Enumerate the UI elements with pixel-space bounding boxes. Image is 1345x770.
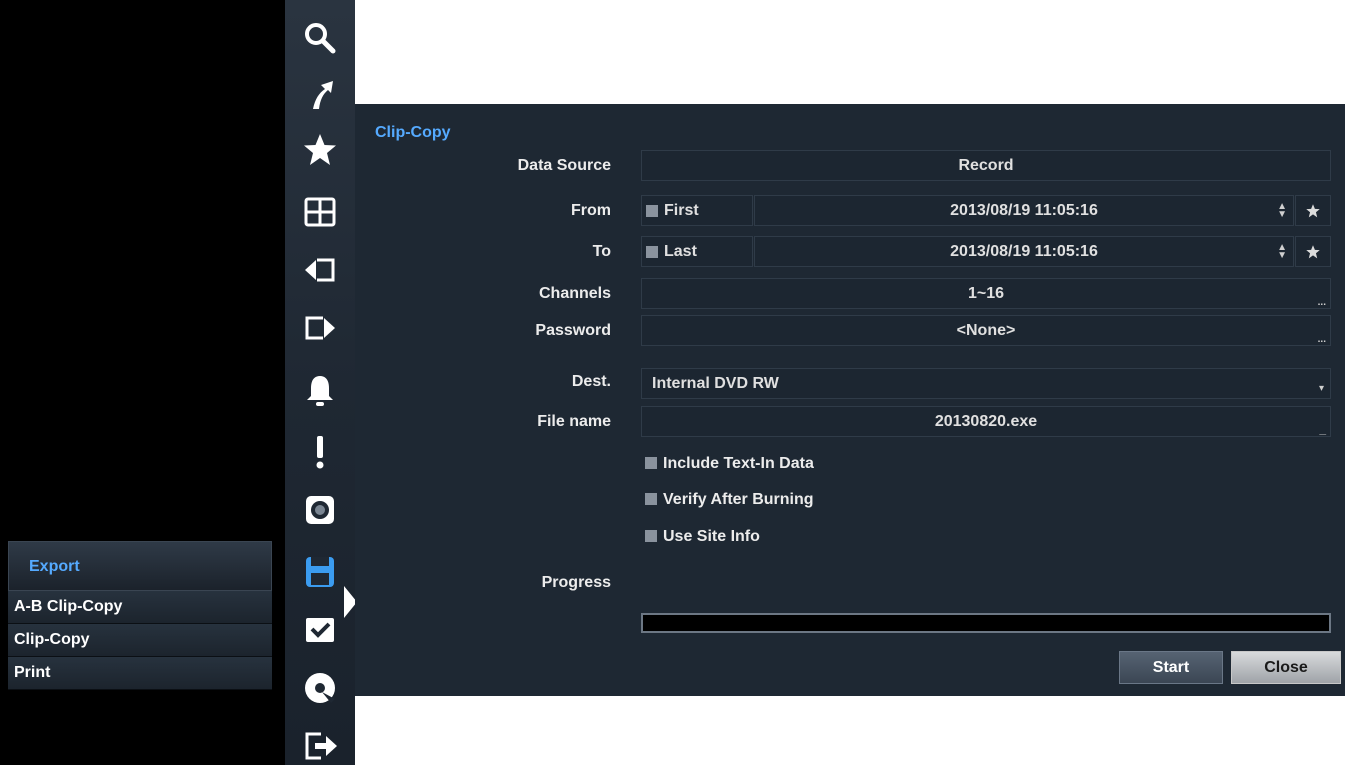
checkbox-box	[646, 204, 658, 217]
menu-item-print[interactable]: Print	[8, 657, 272, 690]
option-label: Include Text-In Data	[663, 455, 814, 472]
progress-bar	[641, 613, 1331, 633]
password-value: <None>	[956, 321, 1016, 339]
data-source-value: Record	[958, 156, 1014, 174]
checkbox-box	[645, 530, 657, 542]
file-name-label: File name	[537, 413, 611, 430]
dest-dropdown[interactable]: Internal DVD RW ▾	[641, 368, 1331, 399]
clip-copy-dialog: Clip-Copy Data Source Record From First …	[355, 104, 1345, 696]
exit-icon[interactable]	[296, 722, 344, 770]
option-label: Use Site Info	[663, 528, 760, 545]
include-text-in-data-checkbox[interactable]: Include Text-In Data	[645, 455, 814, 473]
star-icon	[1306, 244, 1320, 258]
from-label: From	[571, 202, 611, 219]
search-icon[interactable]	[296, 14, 344, 62]
verify-after-burning-checkbox[interactable]: Verify After Burning	[645, 491, 814, 509]
side-toolbar	[285, 0, 355, 765]
dest-label: Dest.	[571, 373, 611, 390]
data-source-label: Data Source	[517, 157, 611, 174]
channels-label: Channels	[538, 285, 611, 302]
use-site-info-checkbox[interactable]: Use Site Info	[645, 528, 760, 546]
menu-item-ab-clip-copy[interactable]: A-B Clip-Copy	[8, 591, 272, 624]
to-last-label: Last	[664, 242, 697, 260]
dest-value: Internal DVD RW	[652, 374, 779, 392]
export-menu: Export A-B Clip-Copy Clip-Copy Print	[8, 541, 272, 690]
alarm-bell-icon[interactable]	[296, 366, 344, 414]
checkbox-box	[645, 493, 657, 505]
from-datetime-field[interactable]: 2013/08/19 11:05:16 ▲ ▼	[754, 195, 1294, 226]
go-to-icon[interactable]	[296, 70, 344, 118]
start-button[interactable]: Start	[1119, 651, 1223, 684]
close-button[interactable]: Close	[1231, 651, 1341, 684]
file-name-value: 20130820.exe	[934, 412, 1038, 430]
star-icon	[1306, 203, 1320, 217]
ellipsis-icon: ...	[1317, 334, 1326, 345]
event-alert-icon[interactable]	[296, 428, 344, 476]
to-label: To	[592, 243, 611, 260]
from-first-label: First	[664, 201, 699, 219]
to-datetime-value: 2013/08/19 11:05:16	[950, 242, 1098, 260]
camera-icon[interactable]	[296, 486, 344, 534]
export-menu-header: Export	[8, 541, 272, 591]
checkbox-icon[interactable]	[296, 606, 344, 654]
checkbox-box	[646, 245, 658, 258]
option-label: Verify After Burning	[663, 491, 814, 508]
channels-field[interactable]: 1~16 ...	[641, 278, 1331, 309]
channels-value: 1~16	[967, 284, 1005, 302]
data-source-field[interactable]: Record	[641, 150, 1331, 181]
backup-disc-icon[interactable]	[296, 664, 344, 712]
previous-group-icon[interactable]	[296, 246, 344, 294]
ellipsis-icon: ...	[1317, 297, 1326, 308]
bookmark-star-icon[interactable]	[296, 126, 344, 174]
menu-item-clip-copy[interactable]: Clip-Copy	[8, 624, 272, 657]
to-bookmark-button[interactable]	[1295, 236, 1331, 267]
progress-label: Progress	[541, 574, 611, 591]
to-datetime-field[interactable]: 2013/08/19 11:05:16 ▲ ▼	[754, 236, 1294, 267]
edit-cursor-icon: _	[1319, 422, 1326, 436]
spinner-icon[interactable]: ▲ ▼	[1277, 242, 1287, 260]
spinner-icon[interactable]: ▲ ▼	[1277, 201, 1287, 219]
export-save-icon[interactable]	[296, 548, 344, 596]
password-field[interactable]: <None> ...	[641, 315, 1331, 346]
from-first-checkbox[interactable]: First	[641, 195, 753, 226]
from-bookmark-button[interactable]	[1295, 195, 1331, 226]
file-name-field[interactable]: 20130820.exe _	[641, 406, 1331, 437]
layout-grid-icon[interactable]	[296, 188, 344, 236]
dialog-title: Clip-Copy	[375, 124, 451, 141]
from-datetime-value: 2013/08/19 11:05:16	[950, 201, 1098, 219]
dropdown-arrow-icon: ▾	[1318, 383, 1324, 394]
password-label: Password	[535, 322, 611, 339]
next-group-icon[interactable]	[296, 304, 344, 352]
checkbox-box	[645, 457, 657, 469]
to-last-checkbox[interactable]: Last	[641, 236, 753, 267]
